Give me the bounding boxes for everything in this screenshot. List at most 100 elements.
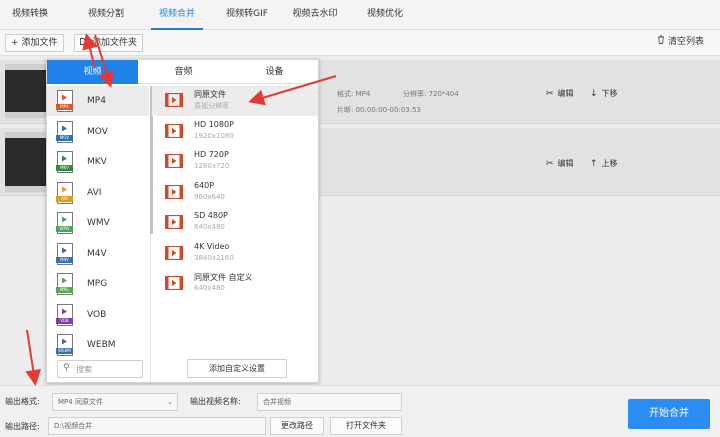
preset-resolution: 1920x1080 xyxy=(194,131,234,140)
popup-tab-audio[interactable]: 音频 xyxy=(138,60,229,84)
output-name-label: 输出视频名称: xyxy=(190,397,241,406)
popup-tab-video[interactable]: 视频 xyxy=(47,60,138,84)
play-glyph xyxy=(62,186,67,192)
open-folder-button[interactable]: 打开文件夹 xyxy=(330,417,402,435)
thumbnail-frame-top xyxy=(5,64,49,70)
search-placeholder: 搜索 xyxy=(76,365,92,374)
add-file-button[interactable]: + 添加文件 xyxy=(5,34,64,52)
file-format-icon: MOV xyxy=(56,120,73,143)
format-name: WEBM xyxy=(87,340,116,350)
preset-resolution: 640x480 xyxy=(194,284,225,292)
format-selection-popup: 视频 音频 设备 MP4 MP4 MOV MOV MKV MKV AVI AVI WMV WMV M… xyxy=(46,59,320,383)
output-settings-bar: 输出格式: MP4 同原文件 ⌄ 输出视频名称: 合并视频 输出路径: D:\视… xyxy=(0,385,720,437)
play-glyph xyxy=(62,277,67,284)
tab-video-merge[interactable]: 视频合并 xyxy=(151,0,203,30)
preset-item[interactable]: 640P 960x640 xyxy=(152,178,318,208)
output-name-input[interactable]: 合并视频 xyxy=(257,393,402,411)
film-icon xyxy=(165,123,183,138)
resolution-info: 分辨率: 720*404 xyxy=(403,89,459,99)
resolution-value: 720*404 xyxy=(428,90,459,98)
format-name: VOB xyxy=(87,309,107,320)
toolbar: + 添加文件 添加文件夹 清空列表 xyxy=(0,30,720,56)
format-name: AVI xyxy=(87,187,102,198)
file-format-icon: MPG xyxy=(56,273,73,295)
edit-button[interactable]: ✂ 编辑 xyxy=(546,158,574,169)
trash-icon xyxy=(657,34,665,50)
segment-label: 片断: xyxy=(337,106,354,114)
edit-button[interactable]: ✂ 编辑 xyxy=(546,88,574,99)
clear-list-button[interactable]: 清空列表 xyxy=(657,34,704,52)
thumbnail-frame-bottom xyxy=(5,112,49,118)
format-item-webm[interactable]: WEBM WEBM xyxy=(47,330,149,360)
file-format-badge: WEBM xyxy=(56,348,73,354)
tab-video-convert[interactable]: 视频转换 xyxy=(6,0,54,30)
tab-video-gif[interactable]: 视频转GIF xyxy=(219,0,275,30)
file-format-badge: MPG xyxy=(56,287,73,293)
output-path-input[interactable]: D:\视频合并 xyxy=(48,417,266,435)
preset-item[interactable]: 同原文件 原视分辨率 xyxy=(152,86,318,116)
tab-video-optimize[interactable]: 视频优化 xyxy=(361,0,409,30)
play-glyph xyxy=(62,308,67,314)
move-up-button[interactable]: ↑ 上移 xyxy=(590,158,618,169)
output-format-label: 输出格式: xyxy=(5,397,40,406)
move-down-button[interactable]: ↓ 下移 xyxy=(590,88,618,99)
preset-item[interactable]: SD 480P 640x480 xyxy=(152,208,318,238)
preset-resolution: 960x640 xyxy=(194,192,225,201)
file-format-badge: AVI xyxy=(56,195,73,202)
change-path-button[interactable]: 更改路径 xyxy=(270,417,324,435)
chevron-down-icon: ⌄ xyxy=(167,398,173,406)
format-info: 格式: MP4 xyxy=(337,89,370,99)
video-thumbnail xyxy=(5,64,49,118)
tab-video-watermark[interactable]: 视频去水印 xyxy=(287,0,343,30)
start-merge-button[interactable]: 开始合并 xyxy=(628,399,710,429)
scissors-icon: ✂ xyxy=(546,159,554,169)
move-up-label: 上移 xyxy=(601,159,618,168)
preset-item[interactable]: HD 720P 1280x720 xyxy=(152,147,318,177)
format-name: M4V xyxy=(87,248,107,259)
segment-info: 片断: 00:00:00-00:03:53 xyxy=(337,105,421,115)
file-format-badge: M4V xyxy=(56,256,73,263)
format-item-vob[interactable]: VOB VOB xyxy=(47,300,149,330)
resolution-label: 分辨率: xyxy=(403,90,427,98)
film-icon xyxy=(165,215,183,229)
add-folder-button[interactable]: 添加文件夹 xyxy=(74,34,144,52)
file-format-badge: MOV xyxy=(56,134,73,141)
format-item-avi[interactable]: AVI AVI xyxy=(47,178,149,208)
thumbnail-frame-bottom xyxy=(5,186,49,192)
preset-item[interactable]: HD 1080P 1920x1080 xyxy=(152,117,318,147)
add-custom-setting-button[interactable]: 添加自定义设置 xyxy=(187,359,287,378)
move-down-label: 下移 xyxy=(601,89,618,98)
popup-tab-device[interactable]: 设备 xyxy=(229,60,320,84)
arrow-to-output-format xyxy=(25,329,42,386)
preset-name: 同原文件 自定义 xyxy=(194,273,253,282)
preset-item[interactable]: 4K Video 3840x2160 xyxy=(152,239,318,269)
format-item-wmv[interactable]: WMV WMV xyxy=(47,208,149,238)
format-label: 格式: xyxy=(337,90,354,98)
format-item-m4v[interactable]: M4V M4V xyxy=(47,239,149,269)
play-glyph xyxy=(62,216,67,223)
segment-value: 00:00:00-00:03:53 xyxy=(355,106,421,114)
file-format-icon: MKV xyxy=(56,151,73,173)
format-item-mp4[interactable]: MP4 MP4 xyxy=(47,86,149,116)
tab-video-split[interactable]: 视频分割 xyxy=(80,0,132,30)
arrow-up-icon: ↑ xyxy=(590,159,598,169)
preset-item[interactable]: 同原文件 自定义 640x480 xyxy=(152,269,318,299)
play-glyph xyxy=(62,338,67,345)
thumbnail-frame-top xyxy=(5,132,49,138)
output-format-select[interactable]: MP4 同原文件 ⌄ xyxy=(52,393,178,411)
format-item-mov[interactable]: MOV MOV xyxy=(47,117,149,147)
file-format-icon: AVI xyxy=(56,181,73,204)
folder-icon xyxy=(80,35,89,51)
format-item-mpg[interactable]: MPG MPG xyxy=(47,269,149,299)
preset-name: HD 1080P xyxy=(194,119,234,129)
file-format-badge: MKV xyxy=(56,165,73,171)
play-glyph xyxy=(62,94,67,101)
file-format-badge: WMV xyxy=(56,226,73,232)
file-format-icon: WMV xyxy=(56,212,73,234)
preset-resolution: 3840x2160 xyxy=(194,253,234,262)
format-item-mkv[interactable]: MKV MKV xyxy=(47,147,149,177)
file-format-icon: WEBM xyxy=(56,334,73,356)
file-format-icon: MP4 xyxy=(56,90,73,112)
format-search-input[interactable]: ⚲ 搜索 xyxy=(57,360,143,378)
play-glyph xyxy=(62,125,67,131)
